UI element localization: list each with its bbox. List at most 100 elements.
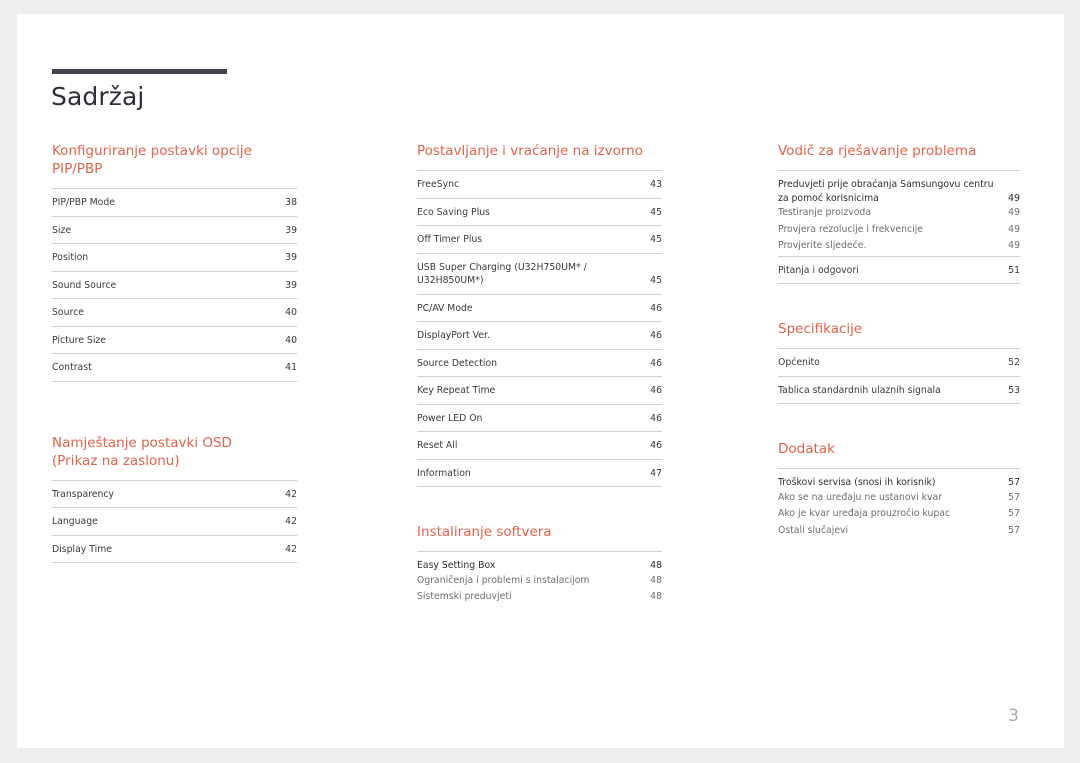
toc-entry-list: Troškovi servisa (snosi ih korisnik) 57 Ak…	[778, 468, 1020, 540]
toc-entry[interactable]: FreeSync 43	[417, 170, 662, 198]
toc-entry[interactable]: Size 39	[52, 215, 297, 244]
toc-entry-page: 49	[1008, 240, 1020, 251]
toc-entry-label: DisplayPort Ver.	[417, 330, 490, 341]
toc-entry-page: 39	[285, 279, 297, 291]
toc-column-1: Konfiguriranje postavki opcije PIP/PBP PI…	[52, 142, 297, 563]
toc-entry-label: Picture Size	[52, 334, 107, 346]
section-heading: Postavljanje i vraćanje na izvorno	[417, 143, 643, 159]
toc-entry-label: Display Time	[52, 543, 112, 555]
toc-section: Vodič za rješavanje problema Preduvjeti p…	[778, 142, 1020, 284]
toc-entry-list: PIP/PBP Mode 38 Size 39 Position 39 Sound Sour…	[52, 188, 297, 382]
toc-column-2: Postavljanje i vraćanje na izvorno FreeSy…	[417, 142, 662, 607]
toc-entry[interactable]: Ako se na uređaju ne ustanovi kvar 57	[778, 491, 1020, 508]
toc-entry[interactable]: Sound Source 39	[52, 270, 297, 299]
toc-entry-label: Ako je kvar uređaja prouzročio kupac	[778, 508, 951, 519]
toc-entry-label: Ostali slučajevi	[778, 524, 849, 536]
toc-entry[interactable]: PC/AV Mode 46	[417, 293, 662, 322]
toc-entry[interactable]: Pitanja i odgovori 51	[778, 255, 1020, 284]
toc-entry[interactable]: Testiranje proizvoda 49	[778, 206, 1020, 223]
toc-entry[interactable]: Source 40	[52, 298, 297, 326]
toc-entry[interactable]: Eco Saving Plus 45	[417, 197, 662, 226]
toc-entry-page: 39	[285, 224, 297, 236]
toc-entry-label: Key Repeat Time	[417, 385, 496, 396]
toc-entry-label: Source Detection	[417, 357, 498, 369]
toc-entry-label: Pitanja i odgovori	[778, 264, 859, 276]
toc-entry[interactable]: Off Timer Plus 45	[417, 225, 662, 253]
toc-entry[interactable]: USB Super Charging (U32H750UM* / U32H850…	[417, 252, 662, 294]
toc-entry-label: Sound Source	[52, 279, 117, 291]
toc-entry-list: Easy Setting Box 48 Ograničenja i problemi…	[417, 551, 662, 607]
toc-entry-page: 49	[1008, 192, 1020, 204]
toc-entry[interactable]: Provjerite sljedeće. 49	[778, 239, 1020, 256]
toc-section: Konfiguriranje postavki opcije PIP/PBP PI…	[52, 142, 297, 382]
toc-entry-label: FreeSync	[417, 179, 460, 190]
toc-entry-page: 48	[650, 560, 662, 571]
toc-entry-page: 46	[650, 330, 662, 341]
toc-entry[interactable]: Language 42	[52, 507, 297, 535]
toc-entry[interactable]: Easy Setting Box 48	[417, 551, 662, 574]
page-number: 3	[1008, 706, 1019, 726]
toc-entry[interactable]: Picture Size 40	[52, 325, 297, 354]
section-heading: Konfiguriranje postavki opcije PIP/PBP	[52, 143, 252, 177]
toc-entry-label: Provjera rezolucije i frekvencije	[778, 223, 924, 235]
toc-entry[interactable]: Općenito 52	[778, 348, 1020, 376]
toc-entry-page: 48	[650, 574, 662, 586]
toc-entry[interactable]: Preduvjeti prije obraćanja Samsungovu ce…	[778, 170, 1020, 206]
toc-entry-page: 52	[1008, 357, 1020, 368]
toc-entry-page: 45	[650, 275, 662, 286]
section-heading: Namještanje postavki OSD (Prikaz na zasl…	[52, 434, 232, 469]
toc-entry[interactable]: Display Time 42	[52, 534, 297, 563]
toc-entry-label: Ako se na uređaju ne ustanovi kvar	[778, 491, 943, 503]
toc-entry[interactable]: Source Detection 46	[417, 348, 662, 377]
toc-entry-label: Sistemski preduvjeti	[417, 591, 512, 602]
toc-entry[interactable]: Contrast 41	[52, 353, 297, 381]
toc-entry[interactable]: DisplayPort Ver. 46	[417, 321, 662, 349]
toc-entry-page: 46	[650, 440, 662, 451]
toc-entry-label: Position	[52, 252, 89, 263]
toc-entry[interactable]: Ograničenja i problemi s instalacijom 48	[417, 574, 662, 591]
toc-section: Instaliranje softvera Easy Setting Box 48 O…	[417, 523, 662, 607]
toc-section: Specifikacije Općenito 52 Tablica standardn…	[778, 320, 1020, 404]
toc-entry[interactable]: Provjera rezolucije i frekvencije 49	[778, 223, 1020, 240]
toc-entry[interactable]: Position 39	[52, 243, 297, 271]
toc-entry-list: Transparency 42 Language 42 Display Time 42	[52, 479, 297, 563]
toc-entry[interactable]: Ako je kvar uređaja prouzročio kupac 57	[778, 507, 1020, 524]
toc-entry-page: 46	[650, 357, 662, 369]
toc-entry-label: Source	[52, 307, 84, 318]
toc-entry-page: 57	[1008, 477, 1020, 488]
toc-section: Postavljanje i vraćanje na izvorno FreeSy…	[417, 142, 662, 487]
toc-entry[interactable]: Troškovi servisa (snosi ih korisnik) 57	[778, 468, 1020, 491]
toc-entry-label: PIP/PBP Mode	[52, 197, 115, 208]
section-heading: Vodič za rješavanje problema	[778, 143, 977, 159]
toc-entry[interactable]: Ostali slučajevi 57	[778, 524, 1020, 541]
toc-entry[interactable]: Tablica standardnih ulaznih signala 53	[778, 375, 1020, 404]
toc-entry-page: 38	[285, 197, 297, 208]
toc-entry-page: 49	[1008, 223, 1020, 235]
page-title: Sadržaj	[51, 82, 145, 111]
toc-entry[interactable]: Transparency 42	[52, 479, 297, 508]
toc-entry-page: 53	[1008, 384, 1020, 396]
section-heading: Instaliranje softvera	[417, 524, 552, 540]
toc-entry[interactable]: Power LED On 46	[417, 403, 662, 432]
toc-entry-label: Size	[52, 224, 72, 236]
toc-entry[interactable]: Information 47	[417, 458, 662, 487]
toc-entry[interactable]: Key Repeat Time 46	[417, 376, 662, 404]
toc-entry-list: Preduvjeti prije obraćanja Samsungovu ce…	[778, 170, 1020, 284]
toc-entry-page: 46	[650, 385, 662, 396]
toc-entry[interactable]: Sistemski preduvjeti 48	[417, 590, 662, 607]
toc-entry-page: 45	[650, 234, 662, 245]
toc-entry[interactable]: Reset All 46	[417, 431, 662, 459]
toc-entry-label: Preduvjeti prije obraćanja Samsungovu ce…	[778, 179, 994, 204]
toc-entry-label: Transparency	[52, 488, 115, 500]
toc-entry-page: 57	[1008, 491, 1020, 503]
toc-entry[interactable]: PIP/PBP Mode 38	[52, 188, 297, 216]
toc-entry-label: Provjerite sljedeće.	[778, 240, 867, 251]
toc-entry-label: Testiranje proizvoda	[778, 207, 872, 218]
toc-entry-page: 57	[1008, 508, 1020, 519]
toc-entry-page: 42	[285, 543, 297, 555]
toc-entry-page: 43	[650, 179, 662, 190]
